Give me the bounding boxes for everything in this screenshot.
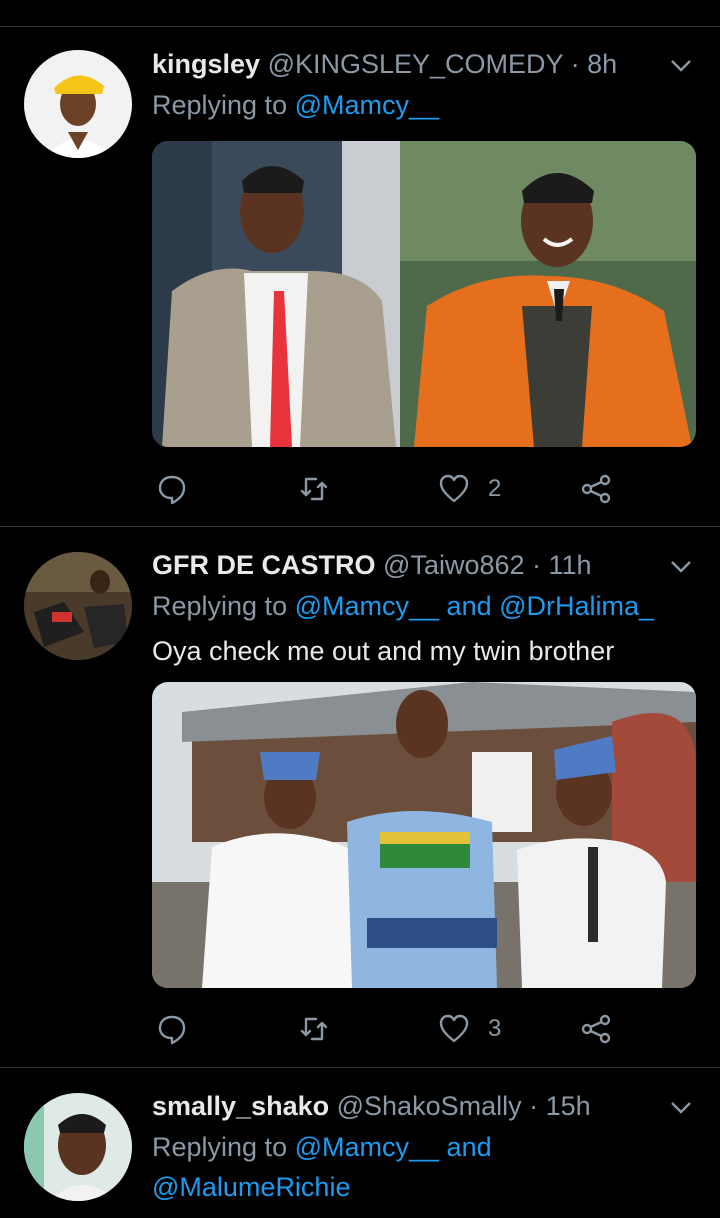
- timestamp[interactable]: 15h: [546, 1091, 591, 1121]
- avatar[interactable]: [24, 50, 132, 158]
- timestamp[interactable]: 8h: [587, 49, 617, 79]
- like-count: 2: [488, 475, 502, 502]
- tweet-divider: [0, 1067, 720, 1068]
- tweet-header: GFR DE CASTRO @Taiwo862 · 11h: [152, 547, 592, 583]
- chevron-down-icon[interactable]: [668, 1094, 694, 1120]
- separator: ·: [563, 49, 588, 79]
- heart-icon: [439, 1014, 469, 1043]
- retweet-icon: [300, 477, 328, 501]
- share-button[interactable]: [580, 1009, 612, 1049]
- handle[interactable]: @Taiwo862: [383, 550, 525, 580]
- replying-to: Replying to @Mamcy__: [152, 90, 440, 120]
- timestamp[interactable]: 11h: [549, 550, 592, 580]
- display-name[interactable]: GFR DE CASTRO: [152, 550, 376, 580]
- mention-link[interactable]: @DrHalima_: [499, 591, 654, 621]
- mention-link[interactable]: @Mamcy__: [295, 90, 439, 120]
- heart-icon: [439, 474, 469, 503]
- reply-button[interactable]: [156, 469, 188, 509]
- retweet-button[interactable]: [298, 469, 330, 509]
- replying-to: Replying to @Mamcy__ and: [152, 1132, 492, 1162]
- top-divider: [0, 26, 720, 27]
- display-name[interactable]: kingsley: [152, 49, 260, 79]
- mention-link[interactable]: @MalumeRichie: [152, 1172, 350, 1202]
- chevron-down-icon[interactable]: [668, 553, 694, 579]
- share-icon: [581, 474, 611, 504]
- tweet-text: Oya check me out and my twin brother: [152, 636, 615, 666]
- separator: ·: [521, 1091, 546, 1121]
- avatar[interactable]: [24, 552, 132, 660]
- tweet-actions: 2: [152, 469, 696, 509]
- tweet-divider: [0, 526, 720, 527]
- display-name[interactable]: smally_shako: [152, 1091, 329, 1121]
- handle[interactable]: @KINGSLEY_COMEDY: [268, 49, 564, 79]
- handle[interactable]: @ShakoSmally: [337, 1091, 522, 1121]
- replying-to: Replying to @Mamcy__ and @DrHalima_: [152, 591, 655, 621]
- share-button[interactable]: [580, 469, 612, 509]
- avatar[interactable]: [24, 1093, 132, 1201]
- tweet-actions: 3: [152, 1009, 696, 1049]
- reply-icon: [158, 1015, 186, 1045]
- like-button[interactable]: 2: [438, 469, 501, 509]
- retweet-button[interactable]: [298, 1009, 330, 1049]
- tweet-media[interactable]: [152, 682, 696, 988]
- photo-image: [152, 682, 696, 988]
- mention-link[interactable]: @Mamcy__: [295, 1132, 439, 1162]
- mention-link[interactable]: @Mamcy__: [295, 591, 439, 621]
- photo-image: [152, 141, 696, 447]
- chevron-down-icon[interactable]: [668, 52, 694, 78]
- mention-joiner: and: [439, 1132, 492, 1162]
- mention-joiner: and: [439, 591, 500, 621]
- share-icon: [581, 1014, 611, 1044]
- reply-button[interactable]: [156, 1009, 188, 1049]
- retweet-icon: [300, 1017, 328, 1041]
- like-count: 3: [488, 1015, 502, 1042]
- replying-to-continued: @MalumeRichie: [152, 1166, 350, 1208]
- separator: ·: [524, 550, 549, 580]
- like-button[interactable]: 3: [438, 1009, 501, 1049]
- tweet-header: smally_shako @ShakoSmally · 15h: [152, 1088, 591, 1124]
- reply-icon: [158, 475, 186, 505]
- tweet-header: kingsley @KINGSLEY_COMEDY · 8h: [152, 46, 617, 82]
- tweet-media[interactable]: [152, 141, 696, 447]
